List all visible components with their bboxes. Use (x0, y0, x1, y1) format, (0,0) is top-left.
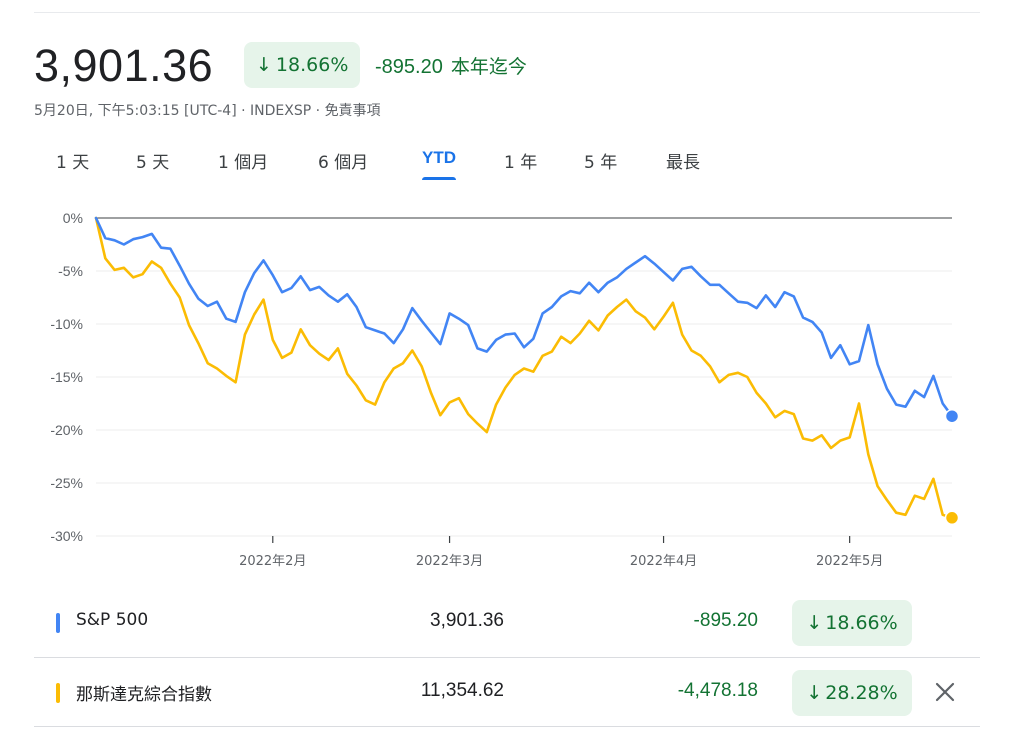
index-name[interactable]: S&P 500 (76, 610, 148, 630)
table-row[interactable]: 那斯達克綜合指數 11,354.62 -4,478.18 ↓ 28.28% (34, 658, 980, 726)
chart-grid (96, 217, 952, 537)
exchange-link[interactable]: INDEXSP (250, 103, 311, 119)
series-line (94, 216, 954, 418)
tab-5-year[interactable]: 5 年 (584, 148, 617, 173)
tab-max[interactable]: 最長 (666, 148, 700, 173)
timestamp: 5月20日, 下午5:03:15 [UTC-4] (34, 103, 237, 119)
ytd-line-chart[interactable]: 0% -5% -10% -15% -20% -25% -30% 2022年2月 2022年3月… (0, 200, 1024, 585)
bottom-divider (34, 726, 980, 727)
period-label: 本年迄今 (450, 56, 527, 78)
arrow-down-icon: ↓ (806, 682, 823, 704)
index-name[interactable]: 那斯達克綜合指數 (76, 680, 212, 705)
arrow-down-icon: ↓ (256, 54, 272, 76)
y-axis-labels: 0% -5% -10% -15% -20% -25% -30% (50, 210, 83, 544)
series-line (94, 216, 954, 520)
tab-5-day[interactable]: 5 天 (136, 148, 169, 173)
y-tick-label: -30% (50, 528, 83, 544)
current-price: 3,901.36 (34, 40, 214, 91)
y-tick-label: -20% (50, 422, 83, 438)
series-end-point (944, 510, 960, 526)
tab-1-year[interactable]: 1 年 (504, 148, 537, 173)
close-icon[interactable] (932, 679, 958, 705)
percent-change-value: 18.66% (275, 54, 349, 76)
index-change: -4,478.18 (677, 680, 758, 701)
quote-meta: 5月20日, 下午5:03:15 [UTC-4] · INDEXSP · 免責事… (34, 100, 381, 120)
y-tick-label: -25% (50, 475, 83, 491)
x-tick-label: 2022年2月 (239, 554, 306, 569)
change-value: -895.20 (375, 56, 443, 78)
absolute-change: -895.20 本年迄今 (375, 52, 527, 79)
tab-6-month[interactable]: 6 個月 (318, 148, 368, 173)
tab-1-month[interactable]: 1 個月 (218, 148, 268, 173)
y-tick-label: -5% (58, 263, 83, 279)
series-color-marker (56, 613, 60, 633)
index-percent: 28.28% (825, 682, 898, 704)
meta-separator: · (236, 103, 251, 119)
series-color-marker (56, 683, 60, 703)
table-row[interactable]: S&P 500 3,901.36 -895.20 ↓ 18.66% (34, 588, 980, 656)
x-tick-label: 2022年3月 (416, 554, 483, 569)
x-axis: 2022年2月 2022年3月 2022年4月 2022年5月 (239, 536, 883, 569)
index-percent: 18.66% (825, 612, 898, 634)
y-tick-label: -10% (50, 316, 83, 332)
tab-1-day[interactable]: 1 天 (56, 148, 89, 173)
y-tick-label: 0% (63, 210, 83, 226)
percent-change-badge: ↓ 18.66% (244, 42, 361, 88)
disclaimer-link[interactable]: 免責事項 (325, 103, 381, 119)
index-percent-badge: ↓ 28.28% (792, 670, 912, 716)
x-tick-label: 2022年5月 (816, 554, 883, 569)
index-value: 3,901.36 (430, 610, 504, 631)
index-value: 11,354.62 (420, 680, 504, 701)
tab-ytd[interactable]: YTD (422, 148, 456, 180)
series-end-point (944, 408, 960, 424)
x-tick-label: 2022年4月 (630, 554, 697, 569)
top-divider (34, 12, 980, 13)
index-change: -895.20 (693, 610, 758, 631)
meta-separator: · (311, 103, 325, 119)
arrow-down-icon: ↓ (806, 612, 823, 634)
chart-series (94, 216, 960, 526)
index-percent-badge: ↓ 18.66% (792, 600, 912, 646)
y-tick-label: -15% (50, 369, 83, 385)
